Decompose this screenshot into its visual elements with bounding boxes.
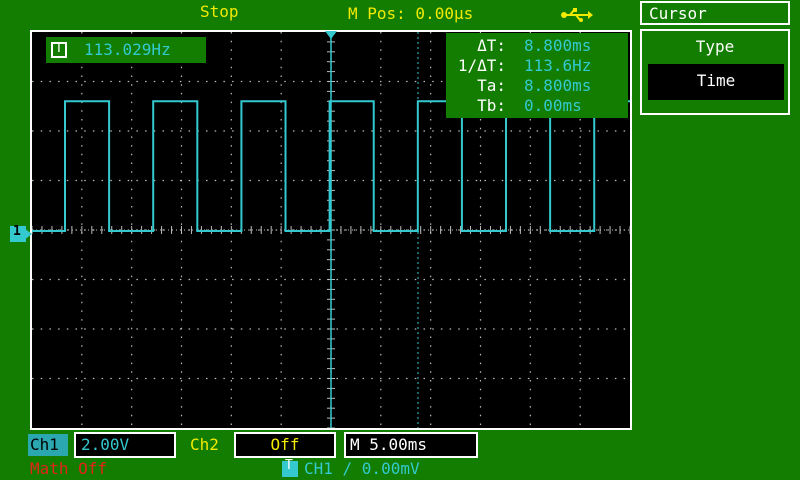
horizontal-position: M Pos: 0.00μs	[348, 4, 474, 23]
trigger-position-marker[interactable]	[324, 30, 338, 40]
trigger-source-icon: T	[51, 41, 67, 58]
usb-icon	[561, 8, 593, 22]
trigger-source-icon-label: T	[55, 41, 63, 56]
channel2-state-value: Off	[270, 435, 300, 454]
menu-title[interactable]: Cursor	[640, 1, 790, 25]
inverse-delta-t-value: 113.6Hz	[524, 56, 592, 75]
trigger-mode-icon-label: T	[285, 458, 293, 473]
channel1-tag[interactable]: Ch1	[28, 434, 68, 456]
cursor-readout-panel: ΔT: 8.800ms 1/ΔT: 113.6Hz Ta: 8.800ms Tb…	[446, 33, 628, 118]
cursor-b-label: Tb:	[477, 96, 506, 115]
channel1-scale-value: 2.00V	[81, 435, 130, 454]
cursor-a-label: Ta:	[477, 76, 506, 95]
menu-type-label: Type	[695, 37, 735, 56]
cursor-a-value: 8.800ms	[524, 76, 592, 95]
menu-title-label: Cursor	[649, 4, 707, 23]
timebase[interactable]: M 5.00ms	[344, 432, 478, 458]
frequency-value: 113.029Hz	[84, 40, 171, 59]
channel2-state[interactable]: Off	[234, 432, 336, 458]
cursor-b-value: 0.00ms	[524, 96, 582, 115]
inverse-delta-t-label: 1/ΔT:	[457, 56, 506, 75]
menu-type-value[interactable]: Time	[648, 64, 784, 100]
trigger-mode-icon: T	[282, 458, 298, 477]
delta-t-value: 8.800ms	[524, 36, 592, 55]
channel1-scale[interactable]: 2.00V	[74, 432, 176, 458]
frequency-readout: T 113.029Hz	[46, 37, 206, 63]
run-state: Stop	[200, 2, 239, 21]
trigger-status: CH1 ∕ 0.00mV	[304, 459, 420, 478]
menu-type-value-label: Time	[696, 71, 736, 90]
channel1-marker-label: 1	[13, 224, 21, 239]
delta-t-label: ΔT:	[477, 36, 506, 55]
channel1-arrow	[24, 228, 32, 240]
channel2-label[interactable]: Ch2	[190, 435, 219, 455]
math-status: Math Off	[30, 459, 108, 478]
channel1-tag-label: Ch1	[30, 435, 59, 454]
timebase-value: M 5.00ms	[350, 435, 428, 454]
